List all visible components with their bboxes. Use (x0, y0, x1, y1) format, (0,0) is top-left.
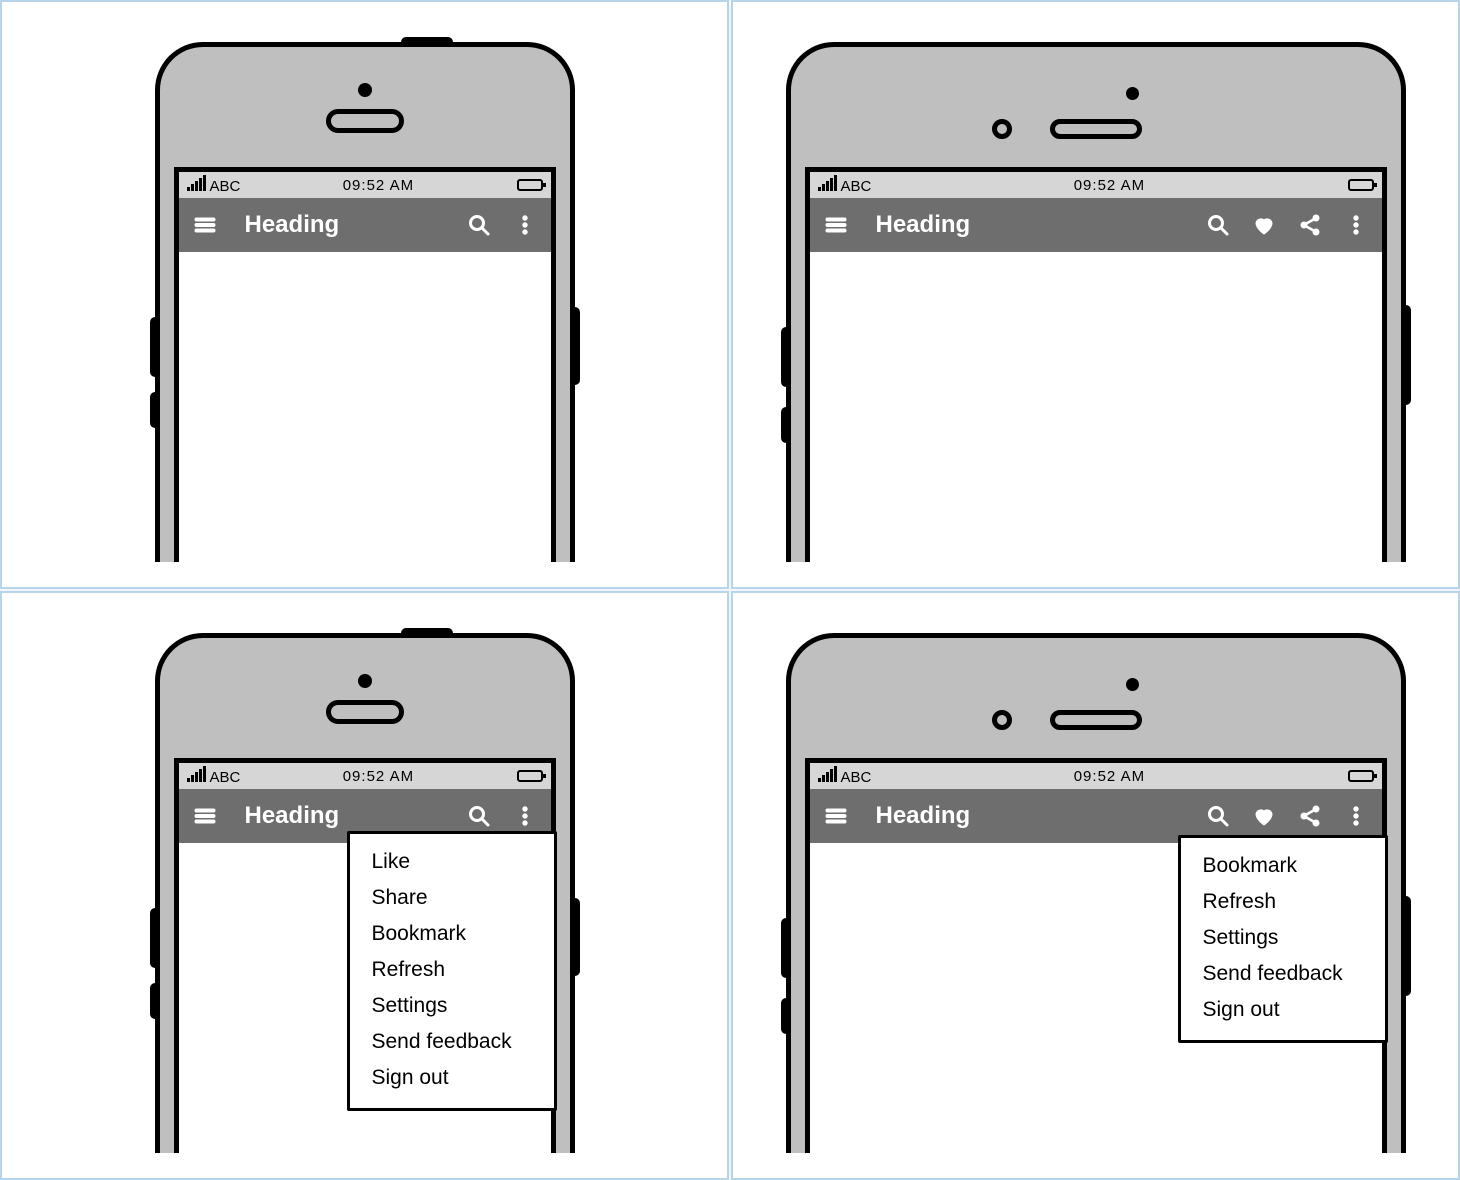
overflow-menu: Like Share Bookmark Refresh Settings Sen… (347, 831, 557, 1111)
mockup-wide-closed: ABC 09:52 AM Heading (731, 0, 1460, 589)
hamburger-icon[interactable] (193, 804, 217, 828)
search-icon[interactable] (467, 804, 491, 828)
overflow-icon[interactable] (513, 213, 537, 237)
phone-frame: ABC 09:52 AM Heading Like Share Bookmark… (155, 633, 575, 1153)
phone-frame: ABC 09:52 AM Heading (786, 42, 1406, 562)
app-bar: Heading (179, 198, 551, 252)
menu-item-sign-out[interactable]: Sign out (1201, 992, 1365, 1028)
share-icon[interactable] (1298, 804, 1322, 828)
status-bar: ABC 09:52 AM (179, 172, 551, 198)
app-bar-title: Heading (876, 802, 971, 830)
status-bar: ABC 09:52 AM (179, 763, 551, 789)
carrier: ABC (818, 175, 872, 195)
camera-dot-icon (1126, 678, 1139, 691)
phone-screen: ABC 09:52 AM Heading Bookmark Refresh Se… (805, 758, 1387, 1153)
share-icon[interactable] (1298, 213, 1322, 237)
volume-down-icon (781, 407, 791, 443)
clock: 09:52 AM (871, 768, 1347, 785)
phone-frame: ABC 09:52 AM Heading Bookmark Refresh Se… (786, 633, 1406, 1153)
camera-dot-icon (358, 674, 372, 688)
volume-down-icon (781, 998, 791, 1034)
menu-item-sign-out[interactable]: Sign out (370, 1060, 534, 1096)
hamburger-icon[interactable] (193, 213, 217, 237)
hamburger-icon[interactable] (824, 804, 848, 828)
carrier-name: ABC (210, 178, 241, 195)
phone-screen: ABC 09:52 AM Heading (805, 167, 1387, 562)
overflow-menu: Bookmark Refresh Settings Send feedback … (1178, 835, 1388, 1043)
menu-item-like[interactable]: Like (370, 844, 534, 880)
menu-item-refresh[interactable]: Refresh (1201, 884, 1365, 920)
app-bar-title: Heading (245, 802, 340, 830)
overflow-icon[interactable] (1344, 804, 1368, 828)
signal-bars-icon (187, 766, 206, 782)
menu-item-bookmark[interactable]: Bookmark (1201, 848, 1365, 884)
signal-bars-icon (818, 175, 837, 191)
power-button-icon (401, 37, 453, 47)
carrier-name: ABC (841, 178, 872, 195)
side-button-icon (1401, 896, 1411, 996)
battery-icon (517, 770, 543, 782)
sensor-icon (992, 119, 1012, 139)
menu-item-share[interactable]: Share (370, 880, 534, 916)
menu-item-refresh[interactable]: Refresh (370, 952, 534, 988)
mockup-narrow-closed: ABC 09:52 AM Heading (0, 0, 729, 589)
carrier-name: ABC (841, 769, 872, 786)
menu-item-settings[interactable]: Settings (1201, 920, 1365, 956)
battery-icon (1348, 179, 1374, 191)
signal-bars-icon (187, 175, 206, 191)
heart-icon[interactable] (1252, 213, 1276, 237)
mockup-narrow-menu-open: ABC 09:52 AM Heading Like Share Bookmark… (0, 591, 729, 1180)
speaker-slot-icon (1050, 119, 1142, 139)
menu-item-send-feedback[interactable]: Send feedback (370, 1024, 534, 1060)
side-button-icon (1401, 305, 1411, 405)
search-icon[interactable] (1206, 213, 1230, 237)
clock: 09:52 AM (240, 768, 516, 785)
clock: 09:52 AM (871, 177, 1347, 194)
side-button-icon (570, 307, 580, 385)
app-bar-title: Heading (876, 211, 971, 239)
status-bar: ABC 09:52 AM (810, 763, 1382, 789)
sensor-icon (992, 710, 1012, 730)
clock: 09:52 AM (240, 177, 516, 194)
power-button-icon (401, 628, 453, 638)
mockup-wide-menu-open: ABC 09:52 AM Heading Bookmark Refresh Se… (731, 591, 1460, 1180)
search-icon[interactable] (467, 213, 491, 237)
side-button-icon (570, 898, 580, 976)
carrier: ABC (818, 766, 872, 786)
volume-up-icon (150, 317, 160, 377)
status-bar: ABC 09:52 AM (810, 172, 1382, 198)
menu-item-bookmark[interactable]: Bookmark (370, 916, 534, 952)
speaker-slot-icon (326, 700, 404, 724)
app-bar: Heading (810, 198, 1382, 252)
volume-down-icon (150, 983, 160, 1019)
carrier: ABC (187, 766, 241, 786)
overflow-icon[interactable] (1344, 213, 1368, 237)
menu-item-settings[interactable]: Settings (370, 988, 534, 1024)
carrier: ABC (187, 175, 241, 195)
volume-up-icon (781, 327, 791, 387)
camera-dot-icon (1126, 87, 1139, 100)
hamburger-icon[interactable] (824, 213, 848, 237)
volume-up-icon (150, 908, 160, 968)
signal-bars-icon (818, 766, 837, 782)
heart-icon[interactable] (1252, 804, 1276, 828)
phone-screen: ABC 09:52 AM Heading (174, 167, 556, 562)
speaker-slot-icon (326, 109, 404, 133)
speaker-slot-icon (1050, 710, 1142, 730)
overflow-icon[interactable] (513, 804, 537, 828)
phone-frame: ABC 09:52 AM Heading (155, 42, 575, 562)
battery-icon (1348, 770, 1374, 782)
camera-dot-icon (358, 83, 372, 97)
phone-screen: ABC 09:52 AM Heading Like Share Bookmark… (174, 758, 556, 1153)
volume-down-icon (150, 392, 160, 428)
battery-icon (517, 179, 543, 191)
carrier-name: ABC (210, 769, 241, 786)
app-bar-title: Heading (245, 211, 340, 239)
volume-up-icon (781, 918, 791, 978)
search-icon[interactable] (1206, 804, 1230, 828)
menu-item-send-feedback[interactable]: Send feedback (1201, 956, 1365, 992)
